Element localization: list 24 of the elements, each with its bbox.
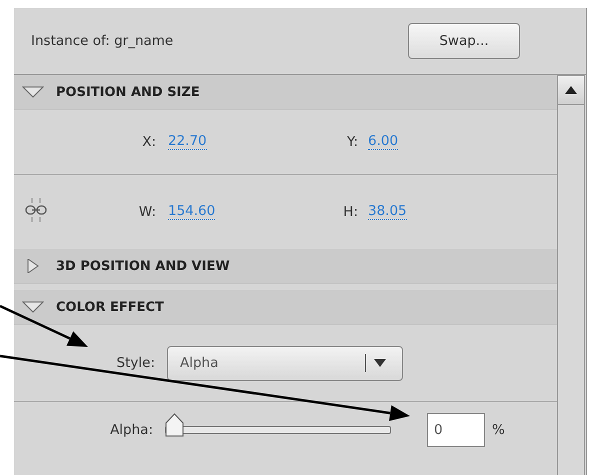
section-header[interactable]: COLOR EFFECT bbox=[14, 290, 557, 325]
section-title: COLOR EFFECT bbox=[56, 300, 164, 314]
alpha-input-field[interactable]: 0 bbox=[427, 413, 485, 447]
section-header[interactable]: POSITION AND SIZE bbox=[14, 75, 557, 110]
up-arrow-icon bbox=[565, 86, 577, 94]
collapse-triangle-icon[interactable] bbox=[22, 85, 44, 99]
section-title: POSITION AND SIZE bbox=[56, 84, 200, 100]
instance-label: Instance of: gr_name bbox=[31, 33, 174, 49]
scroll-up-button[interactable] bbox=[557, 75, 585, 105]
field-label: Y: bbox=[346, 134, 358, 150]
slider-thumb[interactable] bbox=[165, 413, 184, 437]
collapse-triangle-icon[interactable] bbox=[22, 300, 44, 314]
chain-link-icon[interactable] bbox=[24, 197, 48, 223]
style-label: Style: bbox=[116, 355, 155, 371]
section-header[interactable]: 3D POSITION AND VIEW bbox=[14, 249, 557, 284]
field-label: X: bbox=[142, 134, 156, 150]
dropdown-arrow-icon bbox=[374, 359, 386, 367]
alpha-label: Alpha: bbox=[109, 422, 153, 438]
section-title: 3D POSITION AND VIEW bbox=[56, 258, 230, 274]
unit-label: % bbox=[492, 422, 505, 438]
field-label: W: bbox=[138, 204, 156, 220]
swap-button[interactable]: Swap... bbox=[408, 23, 520, 59]
style-dropdown[interactable]: Alpha bbox=[167, 346, 403, 380]
field-label: H: bbox=[343, 204, 358, 220]
